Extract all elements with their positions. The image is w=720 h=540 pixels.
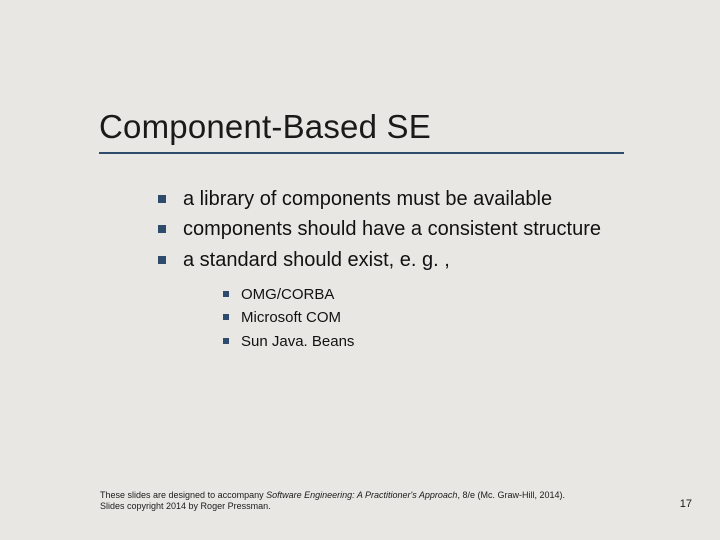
list-item: components should have a consistent stru… bbox=[155, 216, 635, 242]
list-item: a library of components must be availabl… bbox=[155, 186, 635, 212]
list-item: Microsoft COM bbox=[219, 306, 635, 329]
bullet-text: Microsoft COM bbox=[241, 309, 341, 326]
list-item: a standard should exist, e. g. , OMG/COR… bbox=[155, 247, 635, 353]
slide: Component-Based SE a library of componen… bbox=[0, 0, 720, 540]
body-text: a library of components must be availabl… bbox=[155, 186, 635, 357]
list-item: Sun Java. Beans bbox=[219, 330, 635, 353]
bullet-text: a library of components must be availabl… bbox=[183, 188, 552, 210]
title-block: Component-Based SE bbox=[99, 108, 639, 154]
bullet-text: Sun Java. Beans bbox=[241, 333, 354, 350]
page-number: 17 bbox=[680, 498, 692, 510]
title-underline bbox=[99, 152, 624, 154]
bullet-list: a library of components must be availabl… bbox=[155, 186, 635, 353]
bullet-text: a standard should exist, e. g. , bbox=[183, 249, 450, 271]
footer-prefix: These slides are designed to accompany bbox=[100, 490, 266, 500]
bullet-text: components should have a consistent stru… bbox=[183, 218, 601, 240]
footer-book-title: Software Engineering: A Practitioner's A… bbox=[266, 490, 457, 500]
list-item: OMG/CORBA bbox=[219, 283, 635, 306]
bullet-text: OMG/CORBA bbox=[241, 286, 334, 303]
footer-text: These slides are designed to accompany S… bbox=[100, 490, 570, 512]
page-title: Component-Based SE bbox=[99, 108, 639, 146]
sub-bullet-list: OMG/CORBA Microsoft COM Sun Java. Beans bbox=[183, 283, 635, 353]
